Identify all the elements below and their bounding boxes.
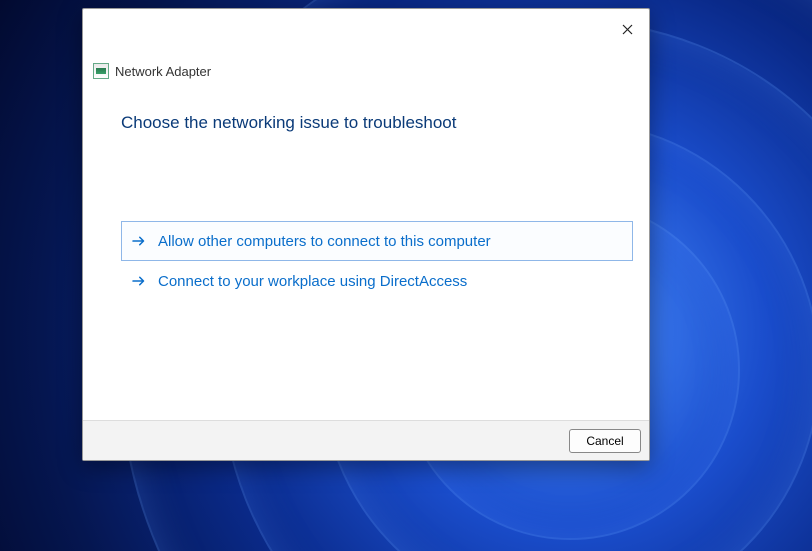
page-heading: Choose the networking issue to troublesh… xyxy=(121,113,456,133)
close-button[interactable] xyxy=(611,15,643,43)
option-label: Connect to your workplace using DirectAc… xyxy=(158,273,467,290)
close-icon xyxy=(622,24,633,35)
option-allow-connections[interactable]: Allow other computers to connect to this… xyxy=(121,221,633,261)
desktop-wallpaper: Network Adapter Choose the networking is… xyxy=(0,0,812,551)
arrow-right-icon xyxy=(130,232,148,250)
cancel-button[interactable]: Cancel xyxy=(569,429,641,453)
window-header: Network Adapter xyxy=(93,63,211,79)
option-directaccess[interactable]: Connect to your workplace using DirectAc… xyxy=(121,261,633,301)
option-list: Allow other computers to connect to this… xyxy=(121,221,633,301)
arrow-right-icon xyxy=(130,272,148,290)
troubleshooter-dialog: Network Adapter Choose the networking is… xyxy=(82,8,650,461)
network-adapter-icon xyxy=(93,63,109,79)
window-title: Network Adapter xyxy=(115,64,211,79)
dialog-footer: Cancel xyxy=(83,420,649,460)
option-label: Allow other computers to connect to this… xyxy=(158,233,491,250)
